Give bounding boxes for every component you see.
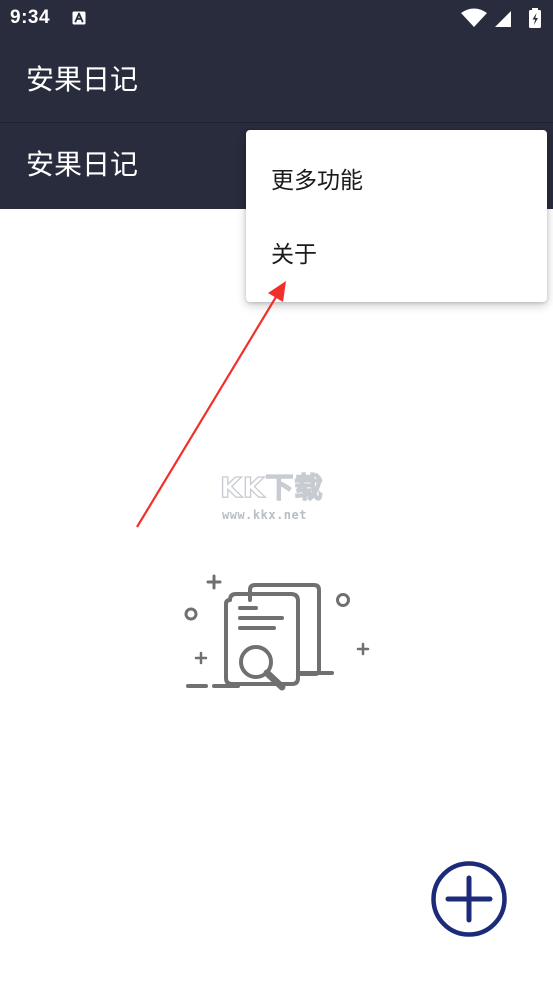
watermark-brand: KK下载 [219, 470, 324, 504]
app-title: 安果日记 [26, 148, 139, 181]
overflow-menu: 更多功能 关于 [246, 130, 547, 302]
menu-item-about[interactable]: 关于 [246, 218, 547, 290]
signal-icon [495, 11, 511, 27]
menu-item-more-features[interactable]: 更多功能 [246, 144, 547, 216]
app-bar-top: 安果日记 [0, 38, 553, 123]
menu-item-label: 关于 [271, 242, 317, 268]
status-bar: 9:34 [0, 0, 553, 38]
add-entry-button[interactable] [430, 860, 508, 938]
empty-document-search-icon [184, 574, 370, 691]
app-title-top: 安果日记 [26, 63, 139, 96]
plus-circle-icon [431, 861, 507, 937]
status-time: 9:34 [10, 7, 51, 28]
watermark: KK下载 www.kkx.net [218, 466, 344, 526]
a-icon [72, 11, 86, 25]
menu-item-label: 更多功能 [271, 168, 363, 194]
wifi-icon [461, 8, 487, 27]
battery-icon [529, 8, 541, 28]
watermark-url: www.kkx.net [222, 508, 307, 522]
status-icons [461, 8, 541, 28]
